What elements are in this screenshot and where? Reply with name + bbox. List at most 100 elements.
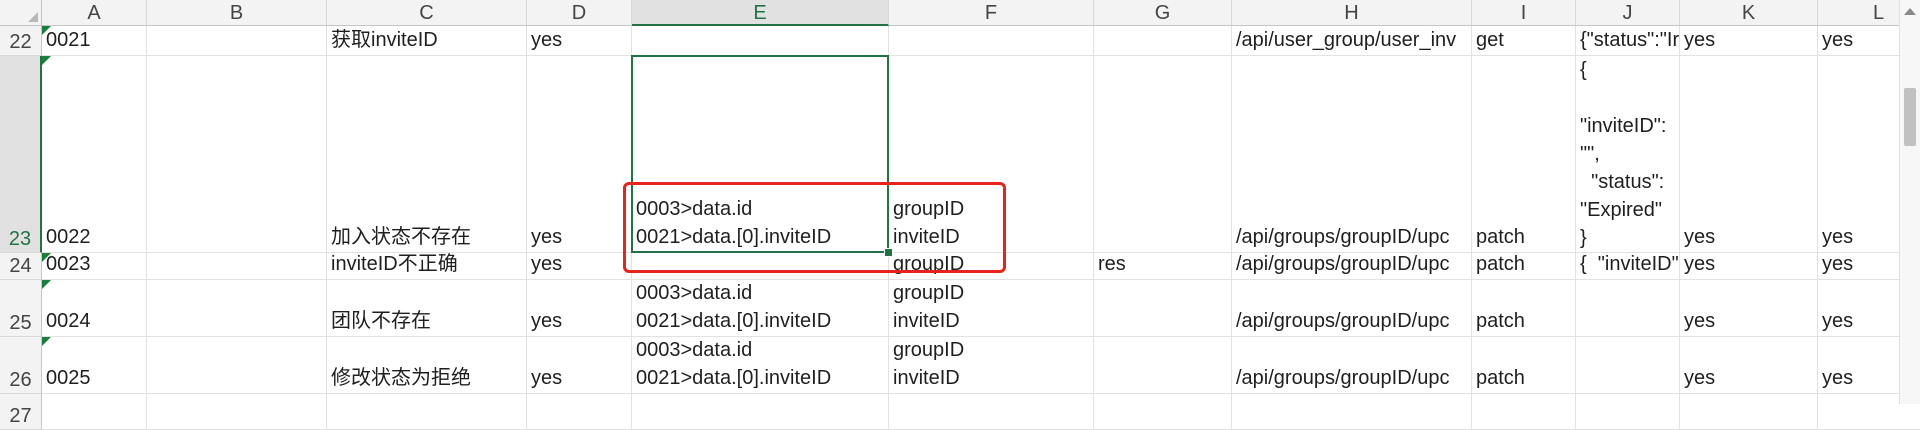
cell-h23[interactable]: /api/groups/groupID/upc [1232,56,1472,253]
scroll-up-arrow-icon[interactable] [1904,8,1916,15]
cell-f26[interactable]: groupID inviteID [889,337,1094,394]
cell-g22[interactable] [1094,26,1232,56]
column-header-d[interactable]: D [527,0,632,26]
cell-d23[interactable]: yes [527,56,632,253]
cell-c25[interactable]: 团队不存在 [327,280,527,337]
cell-b22[interactable] [147,26,327,56]
column-header-f[interactable]: F [889,0,1094,26]
cell-text: 0022 [46,226,91,248]
row-header-25[interactable]: 25 [0,280,42,337]
cell-f25[interactable]: groupID inviteID [889,280,1094,337]
column-header-j[interactable]: J [1576,0,1680,26]
scrollbar-thumb[interactable] [1904,88,1916,146]
cell-line: } [1580,227,1587,249]
cell-j26[interactable] [1576,337,1680,394]
row-header-24[interactable]: 24 [0,253,42,280]
row-header-26[interactable]: 26 [0,337,42,394]
cell-h25[interactable]: /api/groups/groupID/upc [1232,280,1472,337]
column-header-h[interactable]: H [1232,0,1472,26]
column-header-k[interactable]: K [1680,0,1818,26]
cell-a23[interactable]: 0022 [42,56,147,253]
cell-j22[interactable]: {"status":"Ir [1576,26,1680,56]
cell-i23[interactable]: patch [1472,56,1576,253]
cell-i24[interactable]: patch [1472,253,1576,280]
cell-c24[interactable]: inviteID不正确 [327,253,527,280]
select-all-corner[interactable] [0,0,42,26]
cell-b23[interactable] [147,56,327,253]
cell-j25[interactable] [1576,280,1680,337]
cell-e25[interactable]: 0003>data.id 0021>data.[0].inviteID [632,280,889,337]
cell-i26[interactable]: patch [1472,337,1576,394]
cell-g24[interactable]: res [1094,253,1232,280]
cell-k25[interactable]: yes [1680,280,1818,337]
cell-text: 获取inviteID [331,29,438,51]
cell-g26[interactable] [1094,337,1232,394]
column-header-a[interactable]: A [42,0,147,26]
column-header-g[interactable]: G [1094,0,1232,26]
cell-d27[interactable] [527,394,632,430]
column-header-e[interactable]: E [632,0,889,26]
cell-k23[interactable]: yes [1680,56,1818,253]
cell-h27[interactable] [1232,394,1472,430]
cell-b26[interactable] [147,337,327,394]
cell-k22[interactable]: yes [1680,26,1818,56]
cell-d24[interactable]: yes [527,253,632,280]
cell-k26[interactable]: yes [1680,337,1818,394]
cell-f23[interactable]: groupID inviteID [889,56,1094,253]
cell-f24[interactable]: groupID [889,253,1094,280]
cell-text: 0023 [46,253,91,275]
cell-e26[interactable]: 0003>data.id 0021>data.[0].inviteID [632,337,889,394]
cell-e24[interactable] [632,253,889,280]
cell-line: { [1580,59,1587,81]
cell-h26[interactable]: /api/groups/groupID/upc [1232,337,1472,394]
row-header-22[interactable]: 22 [0,26,42,56]
row-header-23[interactable]: 23 [0,56,42,253]
cell-k27[interactable] [1680,394,1818,430]
cell-j24[interactable]: { "inviteID" [1576,253,1680,280]
spreadsheet-grid[interactable]: A B C D E F G H I J K L 22 0021 获取inviteID yes/api/user… [0,0,1920,430]
column-header-b[interactable]: B [147,0,327,26]
cell-f27[interactable] [889,394,1094,430]
cell-a22[interactable]: 0021 [42,26,147,56]
cell-d26[interactable]: yes [527,337,632,394]
vertical-scrollbar[interactable] [1899,0,1920,404]
cell-c26[interactable]: 修改状态为拒绝 [327,337,527,394]
cell-f22[interactable] [889,26,1094,56]
cell-g27[interactable] [1094,394,1232,430]
cell-e27[interactable] [632,394,889,430]
cell-i27[interactable] [1472,394,1576,430]
column-header-i[interactable]: I [1472,0,1576,26]
cell-c27[interactable] [327,394,527,430]
cell-d22[interactable]: yes [527,26,632,56]
cell-e23[interactable]: 0003>data.id 0021>data.[0].inviteID [632,56,889,253]
cell-a25[interactable]: 0024 [42,280,147,337]
cell-b24[interactable] [147,253,327,280]
cell-a27[interactable] [42,394,147,430]
cell-line: "Expired" [1580,199,1663,221]
cell-i25[interactable]: patch [1472,280,1576,337]
cell-a26[interactable]: 0025 [42,337,147,394]
cell-g25[interactable] [1094,280,1232,337]
cell-text: yes [1684,310,1716,332]
cell-c23[interactable]: 加入状态不存在 [327,56,527,253]
cell-j23[interactable]: { "inviteID": "", "status": "Expired"} [1576,56,1680,253]
cell-k24[interactable]: yes [1680,253,1818,280]
cell-i22[interactable]: get [1472,26,1576,56]
cell-line: 0021>data.[0].inviteID [636,226,832,248]
cell-h24[interactable]: /api/groups/groupID/upc [1232,253,1472,280]
fill-handle[interactable] [884,248,893,257]
cell-a24[interactable]: 0023 [42,253,147,280]
cell-line: 0003>data.id [636,198,753,220]
cell-text: get [1476,29,1504,51]
cell-b25[interactable] [147,280,327,337]
column-header-c[interactable]: C [327,0,527,26]
cell-e22[interactable] [632,26,889,56]
row-header-27[interactable]: 27 [0,394,42,430]
cell-c22[interactable]: 获取inviteID [327,26,527,56]
cell-j27[interactable] [1576,394,1680,430]
cell-d25[interactable]: yes [527,280,632,337]
cell-text: 团队不存在 [331,310,431,332]
cell-h22[interactable]: /api/user_group/user_inv [1232,26,1472,56]
cell-g23[interactable] [1094,56,1232,253]
cell-b27[interactable] [147,394,327,430]
